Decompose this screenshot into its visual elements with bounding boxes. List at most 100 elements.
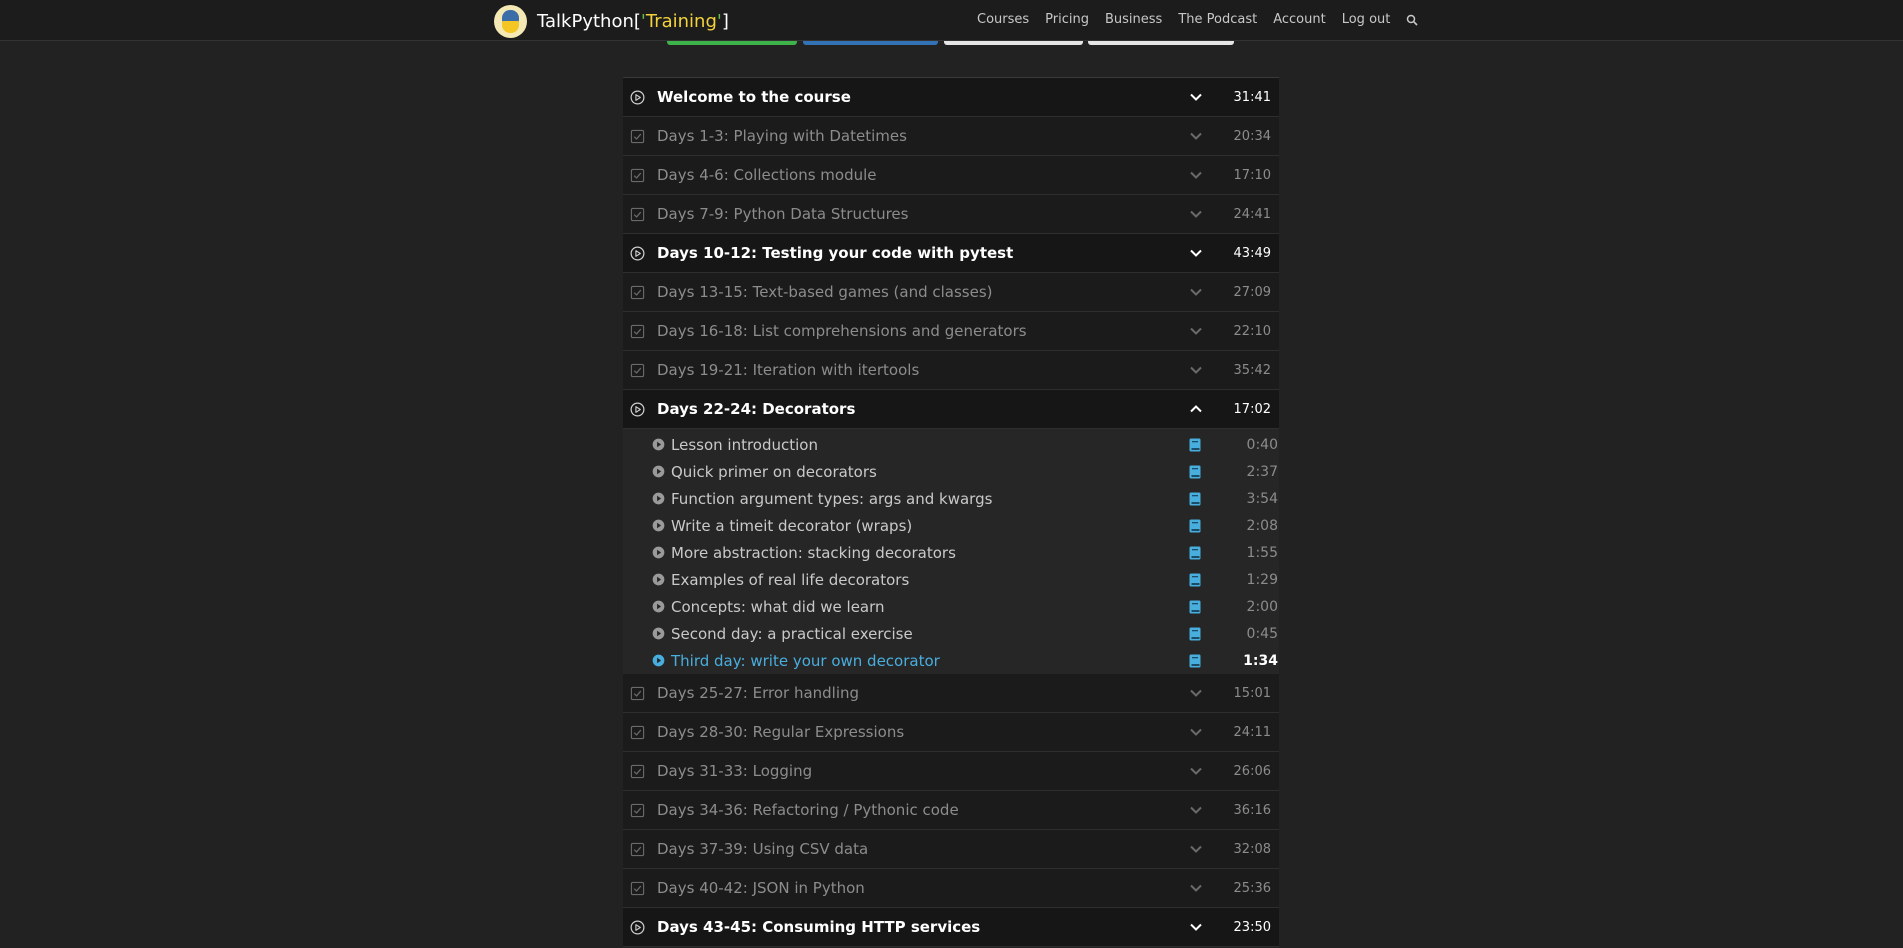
- chapter-row[interactable]: Days 25-27: Error handling 15:01: [623, 674, 1279, 713]
- lesson-title[interactable]: Concepts: what did we learn: [671, 598, 885, 616]
- chevron-down-icon[interactable]: [1189, 209, 1203, 219]
- chevron-down-icon[interactable]: [1189, 170, 1203, 180]
- transcript-book-icon[interactable]: [1189, 546, 1201, 560]
- checkbox-icon: [630, 207, 645, 222]
- lesson-row[interactable]: Write a timeit decorator (wraps) 2:08: [623, 512, 1279, 539]
- nav-business[interactable]: Business: [1105, 12, 1162, 27]
- lesson-list: Lesson introduction 0:40 Quick primer on d…: [623, 429, 1279, 674]
- lesson-row[interactable]: Concepts: what did we learn 2:00: [623, 593, 1279, 620]
- brand-link[interactable]: TalkPython['Training']: [494, 4, 729, 38]
- chapter-row[interactable]: Days 43-45: Consuming HTTP services 23:50: [623, 908, 1279, 947]
- chevron-down-icon[interactable]: [1189, 766, 1203, 776]
- chevron-down-icon[interactable]: [1189, 688, 1203, 698]
- chapter-row[interactable]: Welcome to the course 31:41: [623, 78, 1279, 117]
- lesson-title[interactable]: Examples of real life decorators: [671, 571, 909, 589]
- chapter-row[interactable]: Days 40-42: JSON in Python 25:36: [623, 869, 1279, 908]
- nav-logout[interactable]: Log out: [1342, 12, 1391, 27]
- chapter-duration: 35:42: [1233, 362, 1271, 378]
- transcript-book-icon[interactable]: [1189, 600, 1201, 614]
- chapter-title: Days 22-24: Decorators: [657, 400, 856, 418]
- chevron-down-icon[interactable]: [1189, 326, 1203, 336]
- lesson-row[interactable]: Quick primer on decorators 2:37: [623, 458, 1279, 485]
- chapter-duration: 23:50: [1233, 919, 1271, 935]
- transcript-book-icon[interactable]: [1189, 519, 1201, 533]
- chapter-row[interactable]: Days 31-33: Logging 26:06: [623, 752, 1279, 791]
- lesson-duration: 0:45: [1246, 625, 1278, 642]
- lesson-title[interactable]: Write a timeit decorator (wraps): [671, 517, 912, 535]
- checkbox-icon: [630, 129, 645, 144]
- chapter-row[interactable]: Days 13-15: Text-based games (and classe…: [623, 273, 1279, 312]
- transcript-book-icon[interactable]: [1189, 573, 1201, 587]
- play-circle-icon[interactable]: [652, 546, 665, 559]
- chapter-row[interactable]: Days 28-30: Regular Expressions 24:11: [623, 713, 1279, 752]
- chevron-down-icon[interactable]: [1189, 248, 1203, 258]
- lesson-row[interactable]: Lesson introduction 0:40: [623, 431, 1279, 458]
- nav-pricing[interactable]: Pricing: [1045, 12, 1089, 27]
- lesson-title[interactable]: Third day: write your own decorator: [671, 652, 940, 670]
- lesson-title[interactable]: More abstraction: stacking decorators: [671, 544, 956, 562]
- play-circle-icon[interactable]: [652, 492, 665, 505]
- chevron-down-icon[interactable]: [1189, 883, 1203, 893]
- lesson-row[interactable]: More abstraction: stacking decorators 1:5…: [623, 539, 1279, 566]
- chapter-row[interactable]: Days 37-39: Using CSV data 32:08: [623, 830, 1279, 869]
- nav-courses[interactable]: Courses: [977, 12, 1029, 27]
- lesson-row[interactable]: Second day: a practical exercise 0:45: [623, 620, 1279, 647]
- chapter-row[interactable]: Days 34-36: Refactoring / Pythonic code 3…: [623, 791, 1279, 830]
- chapter-duration: 32:08: [1233, 841, 1271, 857]
- chapter-duration: 22:10: [1233, 323, 1271, 339]
- chapter-title: Days 4-6: Collections module: [657, 166, 877, 184]
- play-circle-icon[interactable]: [652, 438, 665, 451]
- chapter-duration: 26:06: [1233, 763, 1271, 779]
- chapter-duration: 17:10: [1233, 167, 1271, 183]
- play-circle-icon[interactable]: [652, 600, 665, 613]
- nav-account[interactable]: Account: [1273, 12, 1326, 27]
- nav-podcast[interactable]: The Podcast: [1178, 12, 1257, 27]
- lesson-title[interactable]: Second day: a practical exercise: [671, 625, 913, 643]
- chapter-title: Days 19-21: Iteration with itertools: [657, 361, 920, 379]
- chevron-down-icon[interactable]: [1189, 131, 1203, 141]
- chevron-up-icon[interactable]: [1189, 404, 1203, 414]
- play-circle-icon[interactable]: [652, 465, 665, 478]
- search-icon[interactable]: [1406, 14, 1418, 26]
- play-circle-icon[interactable]: [652, 654, 665, 667]
- chapter-row[interactable]: Days 1-3: Playing with Datetimes 20:34: [623, 117, 1279, 156]
- tab-indicator-white-2: [1088, 41, 1234, 45]
- play-circle-icon: [630, 246, 645, 261]
- chevron-down-icon[interactable]: [1189, 365, 1203, 375]
- lesson-duration: 2:00: [1246, 598, 1278, 615]
- lesson-row[interactable]: Examples of real life decorators 1:29: [623, 566, 1279, 593]
- chapter-row[interactable]: Days 7-9: Python Data Structures 24:41: [623, 195, 1279, 234]
- checkbox-icon: [630, 725, 645, 740]
- lesson-row[interactable]: Third day: write your own decorator 1:34: [623, 647, 1279, 674]
- chapter-row[interactable]: Days 19-21: Iteration with itertools 35:4…: [623, 351, 1279, 390]
- chapter-duration: 25:36: [1233, 880, 1271, 896]
- chapter-row[interactable]: Days 16-18: List comprehensions and gene…: [623, 312, 1279, 351]
- transcript-book-icon[interactable]: [1189, 492, 1201, 506]
- chevron-down-icon[interactable]: [1189, 92, 1203, 102]
- lesson-title[interactable]: Lesson introduction: [671, 436, 818, 454]
- chapter-duration: 31:41: [1233, 89, 1271, 105]
- lesson-row[interactable]: Function argument types: args and kwargs…: [623, 485, 1279, 512]
- transcript-book-icon[interactable]: [1189, 465, 1201, 479]
- checkbox-icon: [630, 686, 645, 701]
- chevron-down-icon[interactable]: [1189, 287, 1203, 297]
- play-circle-icon[interactable]: [652, 627, 665, 640]
- transcript-book-icon[interactable]: [1189, 438, 1201, 452]
- chapter-row[interactable]: Days 22-24: Decorators 17:02: [623, 390, 1279, 429]
- play-circle-icon[interactable]: [652, 519, 665, 532]
- transcript-book-icon[interactable]: [1189, 654, 1201, 668]
- chevron-down-icon[interactable]: [1189, 805, 1203, 815]
- chevron-down-icon[interactable]: [1189, 922, 1203, 932]
- checkbox-icon: [630, 168, 645, 183]
- chapter-title: Days 31-33: Logging: [657, 762, 813, 780]
- lesson-title[interactable]: Quick primer on decorators: [671, 463, 877, 481]
- chapter-row[interactable]: Days 10-12: Testing your code with pytes…: [623, 234, 1279, 273]
- transcript-book-icon[interactable]: [1189, 627, 1201, 641]
- chevron-down-icon[interactable]: [1189, 844, 1203, 854]
- chapter-title: Days 28-30: Regular Expressions: [657, 723, 905, 741]
- chapter-row[interactable]: Days 4-6: Collections module 17:10: [623, 156, 1279, 195]
- lesson-title[interactable]: Function argument types: args and kwargs: [671, 490, 992, 508]
- chevron-down-icon[interactable]: [1189, 727, 1203, 737]
- lesson-duration: 2:08: [1246, 517, 1278, 534]
- play-circle-icon[interactable]: [652, 573, 665, 586]
